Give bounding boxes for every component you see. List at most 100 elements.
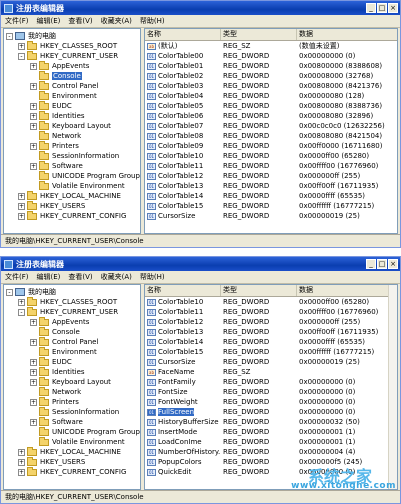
value-row[interactable]: 01 ColorTable15 REG_DWORD 0x00ffffff (16777… xyxy=(145,201,397,211)
value-row[interactable]: ab FaceName REG_SZ xyxy=(145,367,397,377)
expand-icon[interactable]: + xyxy=(18,42,25,50)
menu-favorites[interactable]: 收藏夹(A) xyxy=(101,16,132,26)
tree-node[interactable]: UNICODE Program Groups xyxy=(30,170,140,181)
expand-icon[interactable]: + xyxy=(30,318,37,326)
expand-icon[interactable]: + xyxy=(30,112,37,120)
value-row[interactable]: 01 ColorTable06 REG_DWORD 0x00008080 (32896… xyxy=(145,111,397,121)
tree-node[interactable]: + Identities xyxy=(30,110,85,121)
collapse-icon[interactable]: - xyxy=(6,288,13,296)
tree-node[interactable]: + EUDC xyxy=(30,100,72,111)
value-row[interactable]: 01 ColorTable04 REG_DWORD 0x00000080 (128) xyxy=(145,91,397,101)
value-row[interactable]: 01 ColorTable14 REG_DWORD 0x0000ffff (65535… xyxy=(145,337,397,347)
collapse-icon[interactable]: - xyxy=(6,32,13,40)
value-row[interactable]: 01 ColorTable02 REG_DWORD 0x00008000 (32768… xyxy=(145,71,397,81)
value-row[interactable]: 01 FontWeight REG_DWORD 0x00000000 (0) xyxy=(145,397,397,407)
menu-edit[interactable]: 编辑(E) xyxy=(37,16,61,26)
expand-icon[interactable]: + xyxy=(18,192,25,200)
tree-node[interactable]: Network xyxy=(30,386,81,397)
tree-node[interactable]: - 我的电脑 xyxy=(6,287,56,297)
value-row[interactable]: 01 ColorTable14 REG_DWORD 0x0000ffff (65535… xyxy=(145,191,397,201)
value-row[interactable]: 01 ColorTable15 REG_DWORD 0x00ffffff (16777… xyxy=(145,347,397,357)
value-row[interactable]: 01 CursorSize REG_DWORD 0x00000019 (25) xyxy=(145,211,397,221)
expand-icon[interactable]: + xyxy=(30,162,37,170)
tree-node[interactable]: + AppEvents xyxy=(30,316,89,327)
value-row[interactable]: 01 ColorTable12 REG_DWORD 0x000000ff (255) xyxy=(145,171,397,181)
tree-node[interactable]: + Identities xyxy=(30,366,85,377)
tree-node[interactable]: SessionInformation xyxy=(30,406,119,417)
tree-node[interactable]: + Keyboard Layout xyxy=(30,120,111,131)
header-data[interactable]: 数据 xyxy=(297,29,397,40)
tree-node[interactable]: + Control Panel xyxy=(30,80,98,91)
expand-icon[interactable]: + xyxy=(30,142,37,150)
value-row[interactable]: 01 ColorTable08 REG_DWORD 0x00808080 (84215… xyxy=(145,131,397,141)
expand-icon[interactable]: + xyxy=(18,202,25,210)
tree-node[interactable]: + AppEvents xyxy=(30,60,89,71)
value-row[interactable]: 01 LoadConIme REG_DWORD 0x00000001 (1) xyxy=(145,437,397,447)
tree-node[interactable]: + Keyboard Layout xyxy=(30,376,111,387)
value-row[interactable]: 01 ColorTable03 REG_DWORD 0x00808000 (84213… xyxy=(145,81,397,91)
collapse-icon[interactable]: - xyxy=(18,52,25,60)
tree-node[interactable]: UNICODE Program Groups xyxy=(30,426,140,437)
collapse-icon[interactable]: - xyxy=(18,308,25,316)
value-row[interactable]: 01 ColorTable07 REG_DWORD 0x00c0c0c0 (12632… xyxy=(145,121,397,131)
tree-node[interactable]: + Control Panel xyxy=(30,336,98,347)
menu-file[interactable]: 文件(F) xyxy=(5,16,29,26)
value-row[interactable]: 01 ColorTable00 REG_DWORD 0x00000000 (0) xyxy=(145,51,397,61)
value-row[interactable]: 01 FontFamily REG_DWORD 0x00000000 (0) xyxy=(145,377,397,387)
expand-icon[interactable]: + xyxy=(30,82,37,90)
maximize-button[interactable]: □ xyxy=(377,259,387,269)
value-row[interactable]: 01 HistoryBufferSize REG_DWORD 0x00000032 (… xyxy=(145,417,397,427)
close-button[interactable]: × xyxy=(388,259,398,269)
value-row[interactable]: 01 NumberOfHistory... REG_DWORD 0x00000004 … xyxy=(145,447,397,457)
tree-node[interactable]: + Printers xyxy=(30,396,79,407)
expand-icon[interactable]: + xyxy=(30,418,37,426)
header-type[interactable]: 类型 xyxy=(221,285,297,296)
header-name[interactable]: 名称 xyxy=(145,285,221,296)
expand-icon[interactable]: + xyxy=(30,368,37,376)
expand-icon[interactable]: + xyxy=(18,458,25,466)
value-row[interactable]: 01 ColorTable11 REG_DWORD 0x00ffff00 (16776… xyxy=(145,307,397,317)
value-row[interactable]: 01 ColorTable11 REG_DWORD 0x00ffff00 (16776… xyxy=(145,161,397,171)
tree-node[interactable]: + HKEY_LOCAL_MACHINE xyxy=(18,446,121,457)
tree-node[interactable]: + HKEY_LOCAL_MACHINE xyxy=(18,190,121,201)
tree-node[interactable]: + HKEY_CLASSES_ROOT xyxy=(18,40,117,51)
tree-node[interactable]: + HKEY_CURRENT_CONFIG xyxy=(18,210,126,221)
value-row[interactable]: 01 ColorTable13 REG_DWORD 0x00ff00ff (16711… xyxy=(145,181,397,191)
menu-edit[interactable]: 编辑(E) xyxy=(37,272,61,282)
tree-node[interactable]: + HKEY_USERS xyxy=(18,456,85,467)
tree-node[interactable]: + HKEY_USERS xyxy=(18,200,85,211)
menu-view[interactable]: 查看(V) xyxy=(68,272,92,282)
maximize-button[interactable]: □ xyxy=(377,3,387,13)
tree-node[interactable]: Environment xyxy=(30,90,97,101)
menu-favorites[interactable]: 收藏夹(A) xyxy=(101,272,132,282)
tree-node[interactable]: Console xyxy=(30,70,82,81)
value-row[interactable]: 01 FontSize REG_DWORD 0x00000000 (0) xyxy=(145,387,397,397)
menu-file[interactable]: 文件(F) xyxy=(5,272,29,282)
expand-icon[interactable]: + xyxy=(18,448,25,456)
expand-icon[interactable]: + xyxy=(30,62,37,70)
value-row[interactable]: ab (默认) REG_SZ (数值未设置) xyxy=(145,41,397,51)
value-row[interactable]: 01 ColorTable10 REG_DWORD 0x0000ff00 (65280… xyxy=(145,151,397,161)
value-row[interactable]: 01 ColorTable01 REG_DWORD 0x00800000 (83886… xyxy=(145,61,397,71)
value-row[interactable]: 01 ColorTable05 REG_DWORD 0x00800080 (83887… xyxy=(145,101,397,111)
tree-node[interactable]: + EUDC xyxy=(30,356,72,367)
expand-icon[interactable]: + xyxy=(30,102,37,110)
tree-node[interactable]: + Software xyxy=(30,416,83,427)
expand-icon[interactable]: + xyxy=(18,212,25,220)
expand-icon[interactable]: + xyxy=(30,122,37,130)
tree-node[interactable]: Network xyxy=(30,130,81,141)
vertical-scrollbar[interactable] xyxy=(388,285,397,489)
tree-node[interactable]: - 我的电脑 xyxy=(6,31,56,41)
value-row[interactable]: 01 ColorTable10 REG_DWORD 0x0000ff00 (65280… xyxy=(145,297,397,307)
tree-node[interactable]: Console xyxy=(30,326,80,337)
tree-node[interactable]: + Software xyxy=(30,160,83,171)
tree-node[interactable]: - HKEY_CURRENT_USER xyxy=(18,50,118,61)
value-row[interactable]: 01 ColorTable13 REG_DWORD 0x00ff00ff (16711… xyxy=(145,327,397,337)
value-row[interactable]: 01 InsertMode REG_DWORD 0x00000001 (1) xyxy=(145,427,397,437)
tree-node[interactable]: + HKEY_CURRENT_CONFIG xyxy=(18,466,126,477)
menu-view[interactable]: 查看(V) xyxy=(68,16,92,26)
minimize-button[interactable]: _ xyxy=(366,3,376,13)
expand-icon[interactable]: + xyxy=(30,358,37,366)
header-type[interactable]: 类型 xyxy=(221,29,297,40)
expand-icon[interactable]: + xyxy=(30,398,37,406)
